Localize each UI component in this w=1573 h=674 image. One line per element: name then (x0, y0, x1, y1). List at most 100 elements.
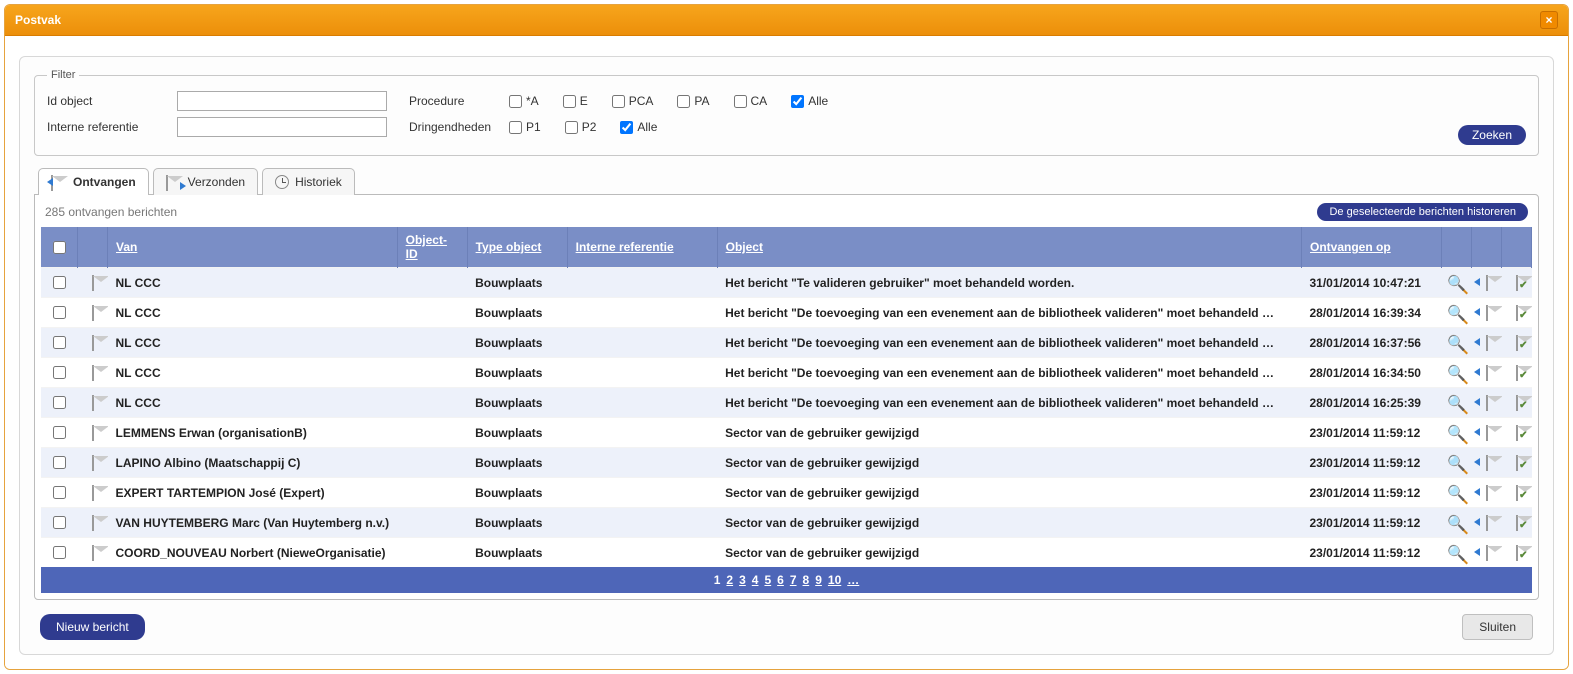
reply-icon[interactable] (1478, 486, 1496, 498)
procedure-option-alle[interactable]: Alle (791, 94, 828, 108)
mark-read-icon[interactable]: ✔ (1508, 276, 1526, 288)
procedure-checkbox[interactable] (509, 95, 522, 108)
internal-ref-input[interactable] (177, 117, 387, 137)
search-button[interactable]: Zoeken (1458, 125, 1526, 145)
reply-icon[interactable] (1478, 336, 1496, 348)
mark-read-icon[interactable]: ✔ (1508, 456, 1526, 468)
row-checkbox[interactable] (53, 276, 66, 289)
urgency-group: P1 P2 Alle (509, 120, 1526, 134)
table-row[interactable]: LAPINO Albino (Maatschappij C)Bouwplaats… (41, 448, 1532, 478)
view-icon[interactable]: 🔍 (1447, 485, 1466, 502)
procedure-checkbox[interactable] (612, 95, 625, 108)
row-checkbox[interactable] (53, 546, 66, 559)
table-row[interactable]: EXPERT TARTEMPION José (Expert)Bouwplaat… (41, 478, 1532, 508)
reply-icon[interactable] (1478, 516, 1496, 528)
view-icon[interactable]: 🔍 (1447, 515, 1466, 532)
mark-read-icon[interactable]: ✔ (1508, 426, 1526, 438)
procedure-checkbox[interactable] (791, 95, 804, 108)
mark-read-icon[interactable]: ✔ (1508, 396, 1526, 408)
procedure-option-e[interactable]: E (563, 94, 588, 108)
header-interne-ref[interactable]: Interne referentie (567, 227, 717, 268)
reply-icon[interactable] (1478, 306, 1496, 318)
table-row[interactable]: NL CCCBouwplaatsHet bericht "De toevoegi… (41, 388, 1532, 418)
close-icon[interactable]: × (1540, 11, 1558, 29)
reply-icon[interactable] (1478, 366, 1496, 378)
urgency-checkbox[interactable] (565, 121, 578, 134)
table-row[interactable]: NL CCCBouwplaatsHet bericht "De toevoegi… (41, 358, 1532, 388)
cell-received: 28/01/2014 16:39:34 (1302, 298, 1442, 328)
row-checkbox[interactable] (53, 456, 66, 469)
view-icon[interactable]: 🔍 (1447, 365, 1466, 382)
urgency-checkbox[interactable] (509, 121, 522, 134)
mark-read-icon[interactable]: ✔ (1508, 486, 1526, 498)
select-all-checkbox[interactable] (53, 241, 66, 254)
header-type-object[interactable]: Type object (467, 227, 567, 268)
tab-ontvangen[interactable]: Ontvangen (38, 168, 149, 195)
reply-icon[interactable] (1478, 276, 1496, 288)
procedure-option-pa[interactable]: PA (677, 94, 709, 108)
view-icon[interactable]: 🔍 (1447, 455, 1466, 472)
reply-icon[interactable] (1478, 426, 1496, 438)
row-checkbox[interactable] (53, 366, 66, 379)
table-row[interactable]: LEMMENS Erwan (organisationB)BouwplaatsS… (41, 418, 1532, 448)
row-checkbox[interactable] (53, 516, 66, 529)
page-5[interactable]: 5 (764, 573, 771, 587)
cell-internal-ref (567, 448, 717, 478)
reply-icon[interactable] (1478, 546, 1496, 558)
row-checkbox[interactable] (53, 486, 66, 499)
mark-read-icon[interactable]: ✔ (1508, 366, 1526, 378)
historize-button[interactable]: De geselecteerde berichten historeren (1317, 203, 1528, 221)
mark-read-icon[interactable]: ✔ (1508, 336, 1526, 348)
view-icon[interactable]: 🔍 (1447, 275, 1466, 292)
header-ontvangen[interactable]: Ontvangen op (1302, 227, 1442, 268)
page-10[interactable]: 10 (828, 573, 841, 587)
header-object[interactable]: Object (717, 227, 1301, 268)
tab-historiek[interactable]: Historiek (262, 168, 355, 195)
table-row[interactable]: VAN HUYTEMBERG Marc (Van Huytemberg n.v.… (41, 508, 1532, 538)
mark-read-icon[interactable]: ✔ (1508, 306, 1526, 318)
page-3[interactable]: 3 (739, 573, 746, 587)
page-…[interactable]: … (847, 573, 859, 587)
table-row[interactable]: NL CCCBouwplaatsHet bericht "Te validere… (41, 268, 1532, 298)
procedure-checkbox[interactable] (563, 95, 576, 108)
row-checkbox[interactable] (53, 306, 66, 319)
close-button[interactable]: Sluiten (1462, 614, 1533, 640)
tab-verzonden[interactable]: Verzonden (153, 168, 258, 195)
procedure-checkbox[interactable] (734, 95, 747, 108)
row-checkbox[interactable] (53, 336, 66, 349)
page-8[interactable]: 8 (803, 573, 810, 587)
page-7[interactable]: 7 (790, 573, 797, 587)
id-object-input[interactable] (177, 91, 387, 111)
row-checkbox[interactable] (53, 426, 66, 439)
table-row[interactable]: NL CCCBouwplaatsHet bericht "De toevoegi… (41, 298, 1532, 328)
table-row[interactable]: NL CCCBouwplaatsHet bericht "De toevoegi… (41, 328, 1532, 358)
procedure-option-pca[interactable]: PCA (612, 94, 654, 108)
urgency-option-p2[interactable]: P2 (565, 120, 597, 134)
procedure-checkbox[interactable] (677, 95, 690, 108)
envelope-icon (84, 486, 102, 498)
view-icon[interactable]: 🔍 (1447, 425, 1466, 442)
table-row[interactable]: COORD_NOUVEAU Norbert (NieweOrganisatie)… (41, 538, 1532, 568)
header-object-id[interactable]: Object-ID (397, 227, 467, 268)
header-van[interactable]: Van (108, 227, 398, 268)
urgency-checkbox[interactable] (620, 121, 633, 134)
procedure-option-stara[interactable]: *A (509, 94, 539, 108)
page-4[interactable]: 4 (752, 573, 759, 587)
page-2[interactable]: 2 (726, 573, 733, 587)
mark-read-icon[interactable]: ✔ (1508, 516, 1526, 528)
view-icon[interactable]: 🔍 (1447, 335, 1466, 352)
row-checkbox[interactable] (53, 396, 66, 409)
procedure-option-ca[interactable]: CA (734, 94, 768, 108)
reply-icon[interactable] (1478, 396, 1496, 408)
urgency-option-alle[interactable]: Alle (620, 120, 657, 134)
urgency-option-p1[interactable]: P1 (509, 120, 541, 134)
cell-type: Bouwplaats (467, 298, 567, 328)
view-icon[interactable]: 🔍 (1447, 305, 1466, 322)
view-icon[interactable]: 🔍 (1447, 395, 1466, 412)
view-icon[interactable]: 🔍 (1447, 545, 1466, 562)
mark-read-icon[interactable]: ✔ (1508, 546, 1526, 558)
page-6[interactable]: 6 (777, 573, 784, 587)
new-message-button[interactable]: Nieuw bericht (40, 614, 145, 640)
page-9[interactable]: 9 (815, 573, 822, 587)
reply-icon[interactable] (1478, 456, 1496, 468)
